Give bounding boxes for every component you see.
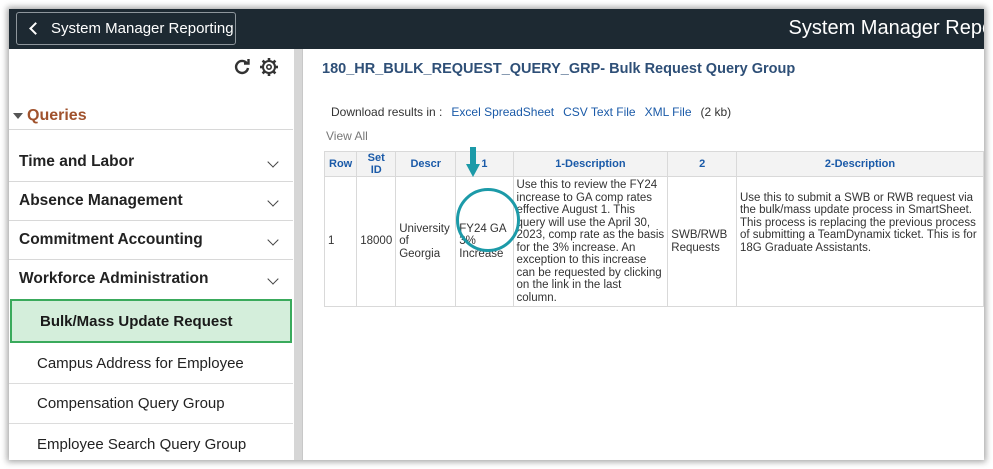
column-header-set-id[interactable]: Set ID [356,151,397,177]
chevron-down-icon [267,234,279,246]
sidebar: Queries Time and Labor Absence Managemen… [9,49,293,460]
category-label: Commitment Accounting [19,230,203,248]
queries-section-header[interactable]: Queries [13,107,87,125]
app-window: System Manager Reporting System Manager … [9,9,984,460]
column-header-row[interactable]: Row [323,151,358,177]
view-all-link[interactable]: View All [326,129,368,143]
xml-download-link[interactable]: XML File [645,105,692,119]
caret-down-icon [13,113,23,119]
table-header-row: Row Set ID Descr 1 1-Description 2 2-Des… [323,151,984,177]
cell-set-id: 18000 [356,176,397,307]
page-title: 180_HR_BULK_REQUEST_QUERY_GRP- Bulk Requ… [322,61,796,77]
category-label: Workforce Administration [19,269,209,287]
results-table: Row Set ID Descr 1 1-Description 2 2-Des… [323,151,984,307]
column-header-2[interactable]: 2 [667,151,737,177]
header-bar: System Manager Reporting System Manager … [9,9,984,49]
gear-icon[interactable] [259,57,279,77]
sidebar-item-label: Compensation Query Group [37,395,225,412]
sidebar-item-label: Employee Search Query Group [37,436,247,453]
category-label: Time and Labor [19,152,135,170]
category-workforce-administration[interactable]: Workforce Administration [9,259,293,298]
category-absence-management[interactable]: Absence Management [9,181,293,220]
column-header-1-description[interactable]: 1-Description [512,151,669,177]
category-label: Absence Management [19,191,183,209]
swb-rwb-requests-link[interactable]: SWB/RWB Requests [667,176,737,307]
sidebar-item-compensation-query-group[interactable]: Compensation Query Group [9,384,293,424]
cell-2-description: Use this to submit a SWB or RWB request … [735,176,984,307]
chevron-down-icon [267,156,279,168]
highlight-circle [456,188,520,252]
cell-1-description: Use this to review the FY24 increase to … [512,176,669,307]
cell-2-description-text: Use this to submit a SWB or RWB request … [739,191,977,254]
chevron-down-icon [267,195,279,207]
app-title: System Manager Reporting [788,17,984,39]
cell-descr: University of Georgia [395,176,457,307]
arrow-down-icon [466,147,480,177]
download-bar: Download results in : Excel SpreadSheet … [331,105,731,119]
category-time-and-labor[interactable]: Time and Labor [9,142,293,181]
category-commitment-accounting[interactable]: Commitment Accounting [9,220,293,259]
refresh-icon[interactable] [232,57,252,77]
table-row: 1 18000 University of Georgia FY24 GA 3%… [323,176,984,307]
sidebar-item-label: Bulk/Mass Update Request [40,312,233,330]
divider [9,129,293,130]
chevron-left-icon [29,22,42,35]
sidebar-item-label: Campus Address for Employee [37,355,244,372]
column-header-2-description[interactable]: 2-Description [735,151,984,177]
back-button[interactable]: System Manager Reporting [16,12,236,45]
csv-download-link[interactable]: CSV Text File [563,105,635,119]
column-header-1[interactable]: 1 [455,151,514,177]
sidebar-tools [232,57,279,77]
sidebar-item-employee-search-query-group[interactable]: Employee Search Query Group [9,425,293,460]
sidebar-scrollbar[interactable] [294,49,302,460]
sidebar-item-bulk-mass-update-request[interactable]: Bulk/Mass Update Request [10,299,292,343]
cell-row: 1 [323,176,358,307]
download-label: Download results in : [331,105,443,119]
excel-download-link[interactable]: Excel SpreadSheet [451,105,554,119]
column-header-descr[interactable]: Descr [395,151,457,177]
queries-section-label: Queries [27,107,87,124]
main-content: 180_HR_BULK_REQUEST_QUERY_GRP- Bulk Requ… [302,49,984,460]
sidebar-item-campus-address[interactable]: Campus Address for Employee [9,344,293,384]
file-size: (2 kb) [700,105,732,119]
back-button-label: System Manager Reporting [51,20,234,37]
chevron-down-icon [267,273,279,285]
